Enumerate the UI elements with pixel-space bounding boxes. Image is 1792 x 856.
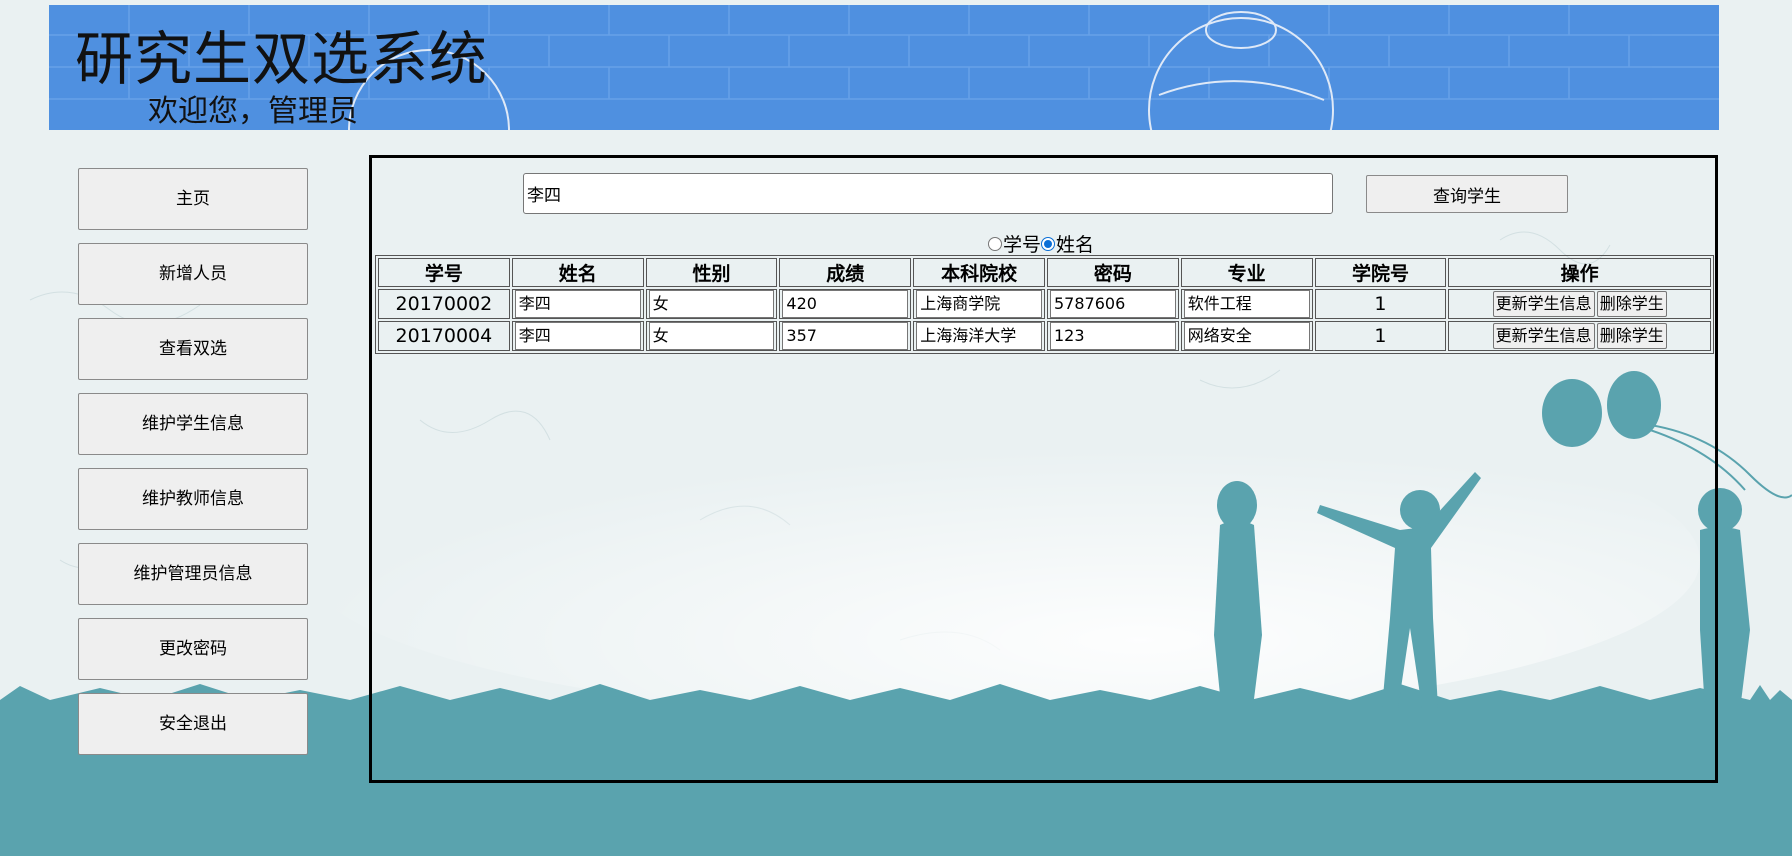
operations-cell: 更新学生信息 删除学生 [1448, 321, 1711, 351]
column-header: 学院号 [1314, 258, 1447, 287]
nav-view-selection-button[interactable]: 查看双选 [78, 318, 308, 380]
table-header-row: 学号 姓名 性别 成绩 本科院校 密码 专业 学院号 操作 [378, 258, 1711, 287]
nav-add-person-button[interactable]: 新增人员 [78, 243, 308, 305]
column-header: 成绩 [779, 258, 912, 287]
delete-student-button[interactable]: 删除学生 [1596, 291, 1667, 317]
student-table: 学号 姓名 性别 成绩 本科院校 密码 专业 学院号 操作 20170002 李… [375, 255, 1714, 354]
update-student-button[interactable]: 更新学生信息 [1492, 323, 1595, 349]
update-student-button[interactable]: 更新学生信息 [1492, 291, 1595, 317]
column-header: 专业 [1180, 258, 1313, 287]
gender-field[interactable]: 女 [648, 290, 775, 318]
nav-teacher-info-button[interactable]: 维护教师信息 [78, 468, 308, 530]
welcome-message: 欢迎您，管理员 [148, 94, 358, 129]
search-mode-group: 学号 姓名 [988, 230, 1094, 257]
main-panel: 查询学生 学号 姓名 学号 姓名 性别 成绩 本科院校 密码 专业 学院 [369, 155, 1718, 783]
college-id-cell: 1 [1314, 289, 1447, 319]
sidebar-nav: 主页 新增人员 查看双选 维护学生信息 维护教师信息 维护管理员信息 更改密码 … [78, 168, 308, 768]
nav-student-info-button[interactable]: 维护学生信息 [78, 393, 308, 455]
score-field[interactable]: 357 [782, 322, 909, 350]
radio-id-label: 学号 [1003, 234, 1042, 256]
password-field[interactable]: 5787606 [1049, 290, 1176, 318]
column-header: 性别 [645, 258, 778, 287]
column-header: 本科院校 [913, 258, 1045, 287]
nav-admin-info-button[interactable]: 维护管理员信息 [78, 543, 308, 605]
major-field[interactable]: 软件工程 [1183, 290, 1310, 318]
column-header: 姓名 [511, 258, 644, 287]
search-input[interactable] [523, 173, 1333, 214]
major-field[interactable]: 网络安全 [1183, 322, 1310, 350]
nav-change-password-button[interactable]: 更改密码 [78, 618, 308, 680]
student-id-cell: 20170002 [378, 289, 510, 319]
delete-student-button[interactable]: 删除学生 [1596, 323, 1667, 349]
column-header: 学号 [378, 258, 510, 287]
student-id-cell: 20170004 [378, 321, 510, 351]
radio-name-icon[interactable] [1041, 236, 1056, 251]
password-field[interactable]: 123 [1049, 322, 1176, 350]
college-id-cell: 1 [1314, 321, 1447, 351]
name-field[interactable]: 李四 [514, 290, 641, 318]
school-field[interactable]: 上海海洋大学 [916, 322, 1042, 350]
nav-home-button[interactable]: 主页 [78, 168, 308, 230]
radio-id-icon[interactable] [988, 236, 1002, 251]
site-title: 研究生双选系统 [75, 25, 489, 93]
radio-option-name[interactable]: 姓名 [1041, 230, 1094, 257]
radio-name-label: 姓名 [1056, 234, 1095, 256]
table-row: 20170004 李四 女 357 上海海洋大学 123 网络安全 1 更新学生… [378, 321, 1711, 351]
gender-field[interactable]: 女 [648, 322, 775, 350]
radio-option-id[interactable]: 学号 [988, 230, 1041, 257]
column-header: 操作 [1448, 258, 1711, 287]
table-row: 20170002 李四 女 420 上海商学院 5787606 软件工程 1 更… [378, 289, 1711, 319]
column-header: 密码 [1046, 258, 1179, 287]
score-field[interactable]: 420 [782, 290, 909, 318]
operations-cell: 更新学生信息 删除学生 [1448, 289, 1711, 319]
nav-logout-button[interactable]: 安全退出 [78, 693, 308, 755]
search-student-button[interactable]: 查询学生 [1366, 175, 1568, 213]
name-field[interactable]: 李四 [514, 322, 641, 350]
school-field[interactable]: 上海商学院 [916, 290, 1042, 318]
